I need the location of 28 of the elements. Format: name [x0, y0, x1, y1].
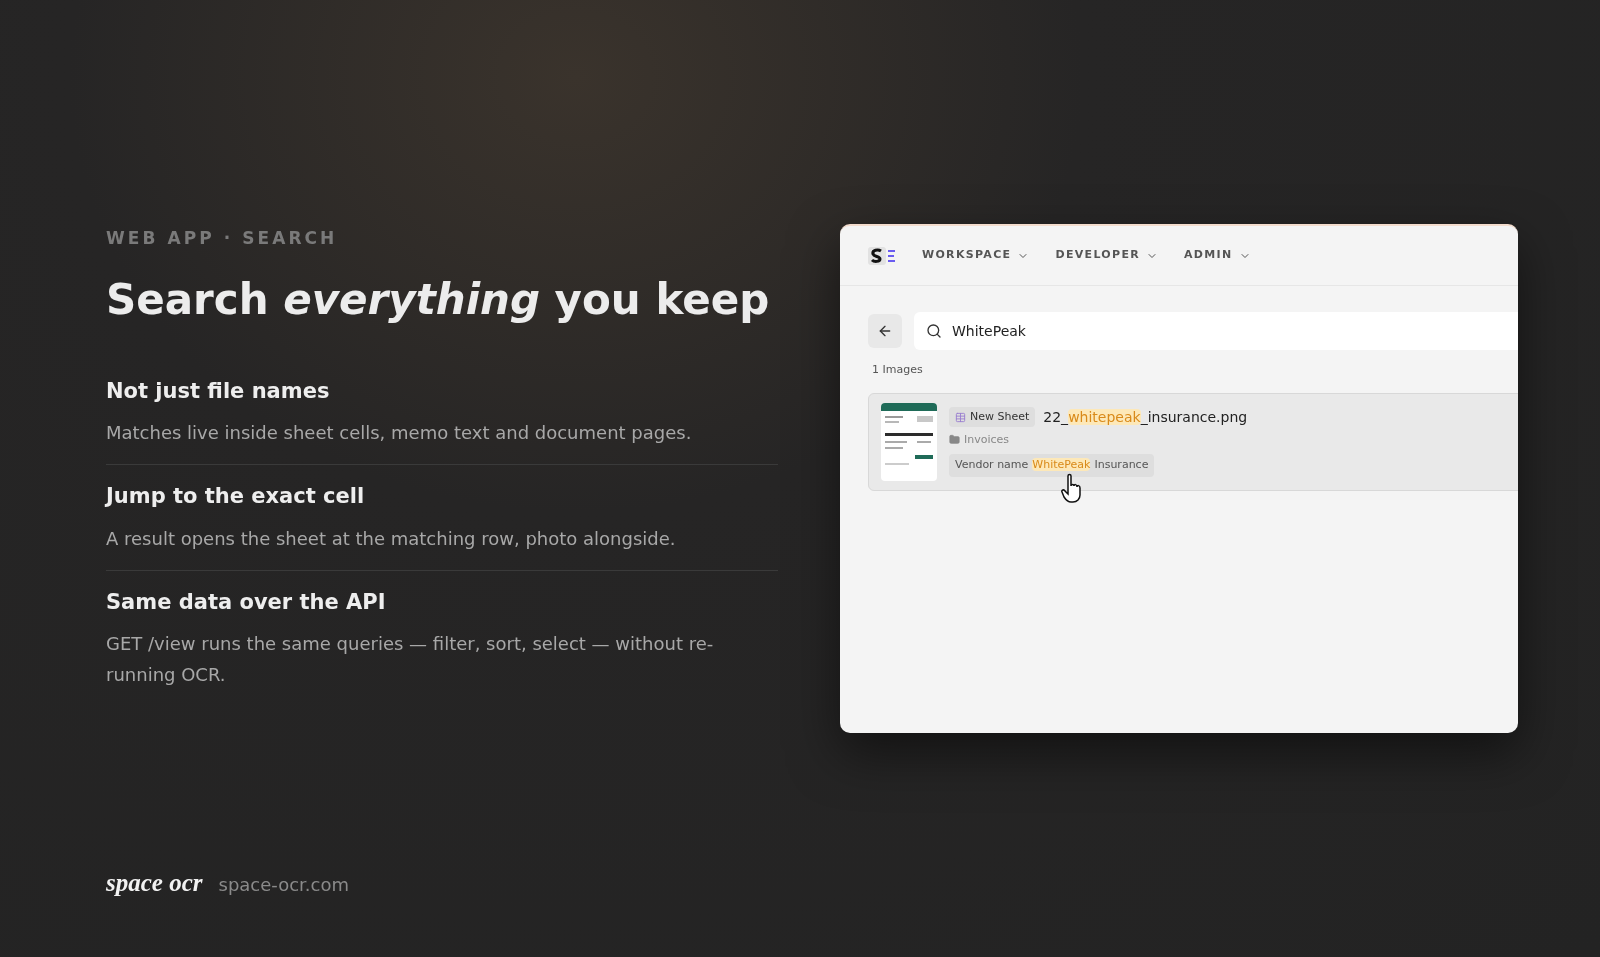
plain-text: 22_: [1043, 408, 1069, 425]
brand-logo: space ocr: [106, 867, 203, 898]
back-button[interactable]: [868, 314, 902, 348]
app-logo: [868, 245, 896, 266]
website-url: space-ocr.com: [218, 872, 349, 897]
nav-menu[interactable]: WORKSPACE: [922, 247, 1030, 264]
nav-menu[interactable]: ADMIN: [1184, 247, 1251, 264]
table-icon: [955, 411, 966, 423]
result-count: 1 Images: [871, 362, 924, 378]
folder-name: Invoices: [964, 431, 1010, 448]
folder-icon: [949, 434, 960, 446]
feature-title: Not just file names: [106, 377, 331, 405]
search-icon: [926, 323, 942, 339]
feature-description: Matches live inside sheet cells, memo text and document pages.: [106, 421, 693, 445]
nav-menu[interactable]: DEVELOPER: [1055, 247, 1158, 264]
feature-title: Same data over the API: [106, 588, 387, 616]
sheet-tag: New Sheet: [949, 406, 1036, 428]
headline: Search everything you keep: [106, 273, 770, 326]
plain-text: Insurance: [1094, 458, 1149, 471]
plain-text: _insurance.png: [1140, 408, 1248, 425]
highlighted-match: whitepeak: [1068, 408, 1141, 425]
feature-description: GET /view runs the same queries — filter, sort, select — without re-running OCR.: [106, 632, 715, 687]
feature-title: Jump to the exact cell: [106, 483, 366, 510]
eyebrow-label: WEB APP · SEARCH: [106, 227, 339, 250]
highlighted-match: WhitePeak: [1032, 458, 1091, 471]
feature-description: A result opens the sheet at the matching row, photo alongside.: [106, 526, 677, 551]
search-field[interactable]: WhitePeak: [914, 312, 1518, 350]
match-label: Vendor name: [955, 458, 1029, 471]
